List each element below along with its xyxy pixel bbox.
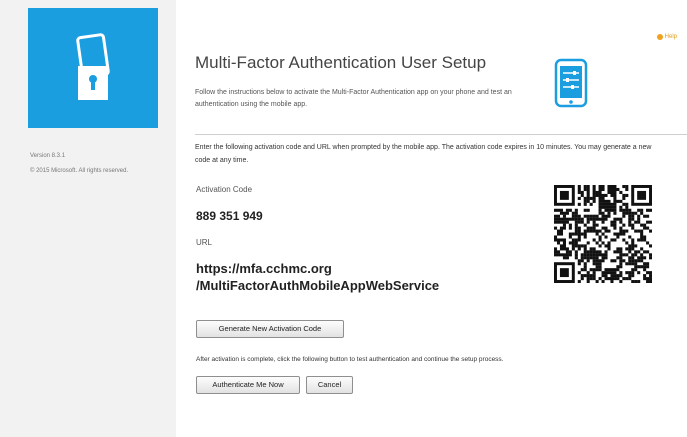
copyright-text: © 2015 Microsoft. All rights reserved. bbox=[30, 168, 129, 174]
version-text: Version 8.3.1 bbox=[30, 153, 66, 159]
intro-text: Follow the instructions below to activat… bbox=[195, 89, 512, 108]
mobile-settings-icon bbox=[554, 58, 588, 113]
cancel-button[interactable]: Cancel bbox=[306, 376, 353, 394]
authenticate-button[interactable]: Authenticate Me Now bbox=[196, 376, 300, 394]
help-link[interactable]: Help bbox=[656, 34, 677, 40]
activation-code-value: 889 351 949 bbox=[196, 209, 263, 223]
url-label: URL bbox=[196, 238, 213, 247]
lock-phone-icon bbox=[76, 33, 110, 100]
divider bbox=[195, 134, 687, 135]
logo-tile bbox=[28, 8, 158, 128]
sidebar: Version 8.3.1 © 2015 Microsoft. All righ… bbox=[0, 0, 176, 437]
help-icon bbox=[656, 34, 663, 40]
generate-code-button[interactable]: Generate New Activation Code bbox=[196, 320, 344, 338]
after-activation-text: After activation is complete, click the … bbox=[196, 356, 504, 363]
page-title: Multi-Factor Authentication User Setup bbox=[195, 53, 487, 72]
instructions-text: Enter the following activation code and … bbox=[195, 144, 652, 164]
help-label: Help bbox=[664, 34, 677, 40]
qr-code bbox=[554, 185, 653, 288]
url-line-1: https://mfa.cchmc.org bbox=[196, 261, 332, 276]
url-line-2: /MultiFactorAuthMobileAppWebService bbox=[196, 278, 440, 293]
url-value: https://mfa.cchmc.org /MultiFactorAuthMo… bbox=[196, 260, 439, 294]
activation-code-label: Activation Code bbox=[196, 185, 253, 194]
